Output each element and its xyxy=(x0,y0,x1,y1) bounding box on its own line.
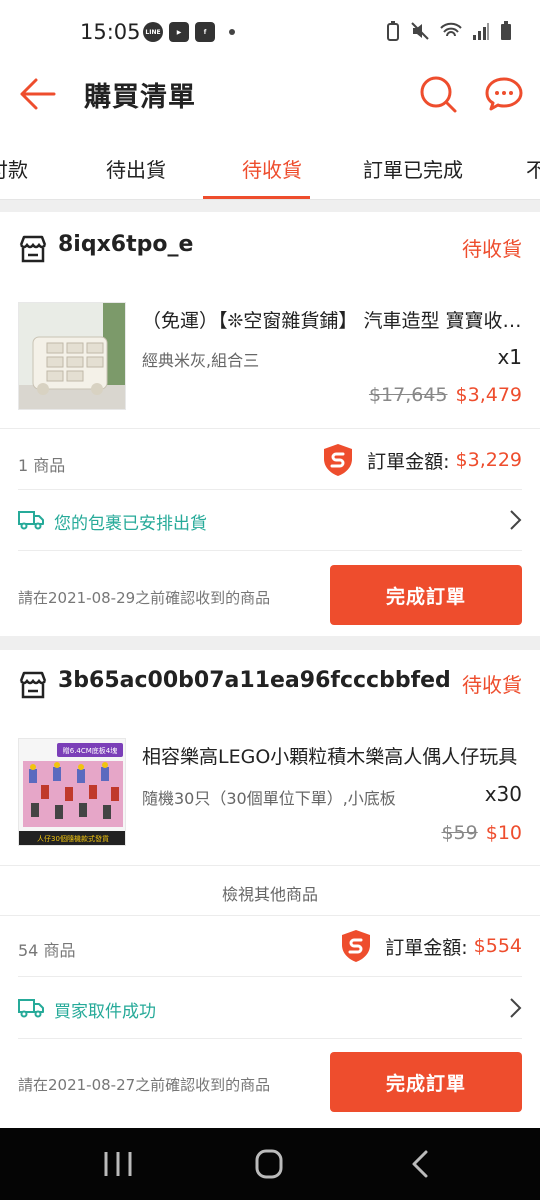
home-icon[interactable] xyxy=(249,1148,289,1180)
shipping-status-row[interactable]: 您的包裹已安排出貨 xyxy=(18,504,522,538)
price-row: $59 $10 xyxy=(441,822,522,844)
mute-icon xyxy=(411,22,429,40)
divider xyxy=(18,489,522,490)
truck-icon xyxy=(18,999,44,1018)
price-row: $17,645 $3,479 xyxy=(369,384,522,406)
order-total: 訂單金額: $3,229 xyxy=(321,443,522,477)
item-count: 1 商品 xyxy=(18,456,66,475)
order-tabs: 付款 待出貨 待收貨 訂單已完成 不 xyxy=(0,126,540,200)
app-header: 購買清單 xyxy=(0,62,540,126)
product-image[interactable]: 贈6.4CM底板4塊 人仔30個隨機款式發貨 xyxy=(18,738,126,846)
line-icon: LINE xyxy=(143,22,163,42)
divider xyxy=(0,865,540,866)
product-image[interactable] xyxy=(18,302,126,410)
facebook-icon: f xyxy=(195,22,215,42)
order-card[interactable]: 8iqx6tpo_e 待收貨 （免運）【❊空窗雜貨鋪】 汽車造型 寶寶收納櫃 經… xyxy=(0,212,540,636)
shipping-status-text: 您的包裹已安排出貨 xyxy=(54,514,207,534)
status-time: 15:05 xyxy=(80,20,141,44)
order-total: 訂單金額: $554 xyxy=(339,929,522,963)
item-count: 54 商品 xyxy=(18,941,76,960)
total-label: 訂單金額: xyxy=(367,450,450,473)
confirm-deadline-note: 請在2021-08-29之前確認收到的商品 xyxy=(18,589,271,607)
divider xyxy=(18,550,522,551)
system-icons xyxy=(386,21,512,41)
order-status: 待收貨 xyxy=(462,237,522,261)
tab-to-pay[interactable]: 付款 xyxy=(0,154,28,183)
original-price: $59 xyxy=(441,822,478,844)
battery-saver-icon xyxy=(387,21,399,41)
confirm-deadline-note: 請在2021-08-27之前確認收到的商品 xyxy=(18,1076,271,1094)
product-variant: 隨機30只（30個單位下單）,小底板 xyxy=(142,789,396,808)
more-notifications-icon xyxy=(229,29,235,35)
product-title: 相容樂高LEGO小顆粒積木樂高人偶人仔玩具 xyxy=(142,746,518,768)
total-amount: $554 xyxy=(473,935,522,957)
back-arrow-icon[interactable] xyxy=(18,76,58,112)
wifi-icon xyxy=(440,22,462,37)
tab-completed[interactable]: 訂單已完成 xyxy=(363,154,463,183)
battery-icon xyxy=(501,21,511,40)
shop-name: 3b65ac00b07a11ea96fcccbbfed xyxy=(58,668,451,693)
shop-row[interactable]: 8iqx6tpo_e 待收貨 xyxy=(18,230,522,270)
shop-row[interactable]: 3b65ac00b07a11ea96fcccbbfed 待收貨 xyxy=(18,666,522,706)
original-price: $17,645 xyxy=(368,384,448,406)
page-title: 購買清單 xyxy=(84,82,196,113)
sale-price: $3,479 xyxy=(455,384,522,406)
system-navigation-bar xyxy=(0,1128,540,1200)
product-image-bottom-label: 人仔30個隨機款式發貨 xyxy=(37,834,109,843)
shopee-guarantee-icon xyxy=(342,930,371,962)
product-variant: 經典米灰,組合三 xyxy=(142,351,260,370)
shop-name: 8iqx6tpo_e xyxy=(58,232,194,257)
chevron-right-icon xyxy=(510,510,522,530)
order-card[interactable]: 3b65ac00b07a11ea96fcccbbfed 待收貨 贈6.4CM底板… xyxy=(0,650,540,1128)
youtube-icon: ▶ xyxy=(169,22,189,42)
active-tab-indicator xyxy=(203,196,310,199)
chat-icon[interactable] xyxy=(484,76,524,112)
tab-to-receive[interactable]: 待收貨 xyxy=(242,154,302,183)
total-amount: $3,229 xyxy=(455,449,522,471)
back-nav-icon[interactable] xyxy=(400,1148,440,1180)
tab-to-ship[interactable]: 待出貨 xyxy=(106,154,166,183)
notification-icons: LINE ▶ f xyxy=(143,22,235,42)
shipping-status-text: 買家取件成功 xyxy=(54,1002,156,1022)
chevron-right-icon xyxy=(510,998,522,1018)
status-bar: 15:05 LINE ▶ f xyxy=(0,0,540,62)
product-quantity: x1 xyxy=(497,345,522,369)
sale-price: $10 xyxy=(485,822,522,844)
product-quantity: x30 xyxy=(484,782,522,806)
view-more-products-link[interactable]: 檢視其他商品 xyxy=(0,881,540,905)
signal-icon xyxy=(473,23,489,40)
shipping-status-row[interactable]: 買家取件成功 xyxy=(18,992,522,1026)
shop-icon xyxy=(19,671,47,699)
complete-order-button[interactable]: 完成訂單 xyxy=(330,1052,522,1112)
shopee-guarantee-icon xyxy=(324,444,353,476)
divider xyxy=(0,915,540,916)
shop-icon xyxy=(19,235,47,263)
search-icon[interactable] xyxy=(418,74,458,114)
divider xyxy=(18,1038,522,1039)
order-status: 待收貨 xyxy=(462,673,522,697)
truck-icon xyxy=(18,511,44,530)
total-label: 訂單金額: xyxy=(385,936,468,959)
product-image-top-label: 贈6.4CM底板4塊 xyxy=(63,746,118,755)
divider xyxy=(18,976,522,977)
divider xyxy=(0,428,540,429)
tab-cancelled[interactable]: 不 xyxy=(526,154,540,183)
complete-order-button[interactable]: 完成訂單 xyxy=(330,565,522,625)
recent-apps-icon[interactable] xyxy=(98,1148,138,1180)
product-title: （免運）【❊空窗雜貨鋪】 汽車造型 寶寶收納櫃 xyxy=(142,310,522,332)
